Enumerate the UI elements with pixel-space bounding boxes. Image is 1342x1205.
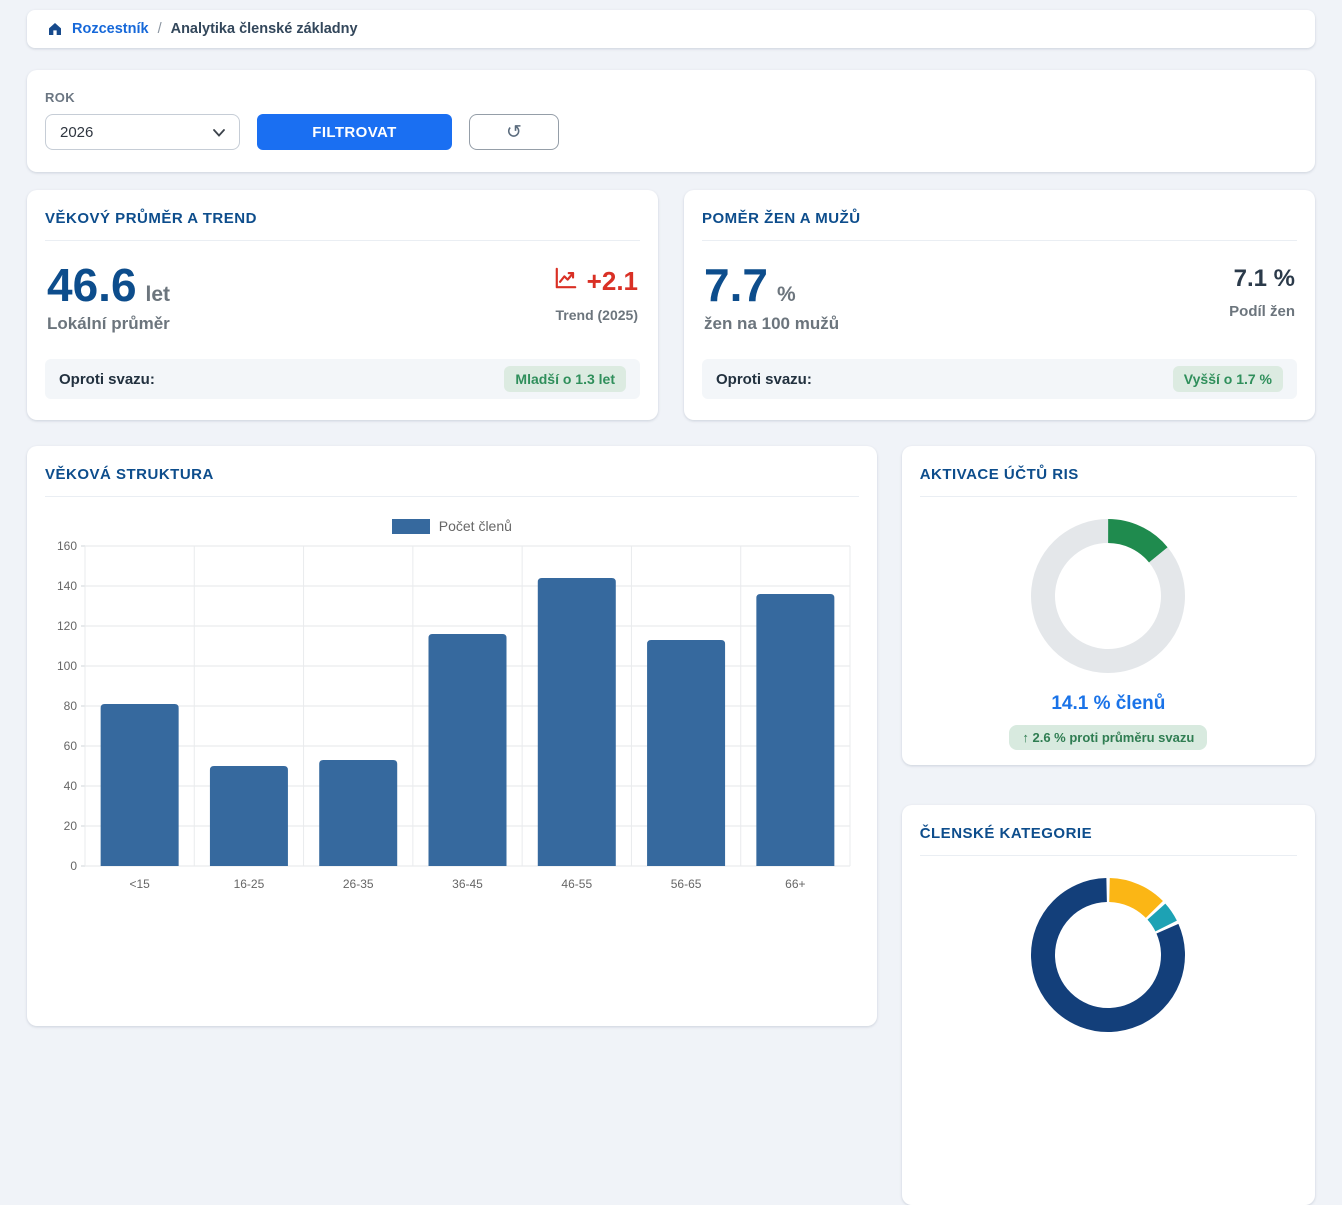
bar-46-55 <box>538 578 616 866</box>
age-average-value: 46.6 <box>47 265 137 306</box>
ratio-compare-strip: Oproti svazu: Vyšší o 1.7 % <box>702 359 1297 399</box>
filter-button[interactable]: FILTROVAT <box>257 114 452 150</box>
divider <box>920 496 1297 497</box>
right-column: AKTIVACE ÚČTŮ RIS 14.1 % členů ↑ 2.6 % p… <box>902 446 1315 1205</box>
age-compare-strip: Oproti svazu: Mladší o 1.3 let <box>45 359 640 399</box>
ratio-value: 7.7 <box>704 265 768 306</box>
member-categories-title: ČLENSKÉ KATEGORIE <box>920 825 1297 842</box>
svg-text:16-25: 16-25 <box>234 877 265 891</box>
age-compare-label: Oproti svazu: <box>59 371 155 388</box>
ratio-compare-label: Oproti svazu: <box>716 371 812 388</box>
refresh-icon: ↺ <box>506 123 522 142</box>
divider <box>45 496 859 497</box>
svg-text:66+: 66+ <box>785 877 805 891</box>
svg-text:160: 160 <box>57 539 77 553</box>
ratio-compare-badge: Vyšší o 1.7 % <box>1173 366 1283 392</box>
kpi-row: VĚKOVÝ PRŮMĚR A TREND 46.6 let Lokální p… <box>27 190 1315 420</box>
svg-text:80: 80 <box>64 699 78 713</box>
bar-<15 <box>101 704 179 866</box>
year-select[interactable]: 2026 <box>45 114 240 150</box>
svg-text:<15: <15 <box>129 877 150 891</box>
age-average-unit: let <box>146 283 171 307</box>
member-categories-donut-chart <box>1023 870 1193 1040</box>
gender-ratio-card: POMĚR ŽEN A MUŽŮ 7.7 % žen na 100 mužů 7… <box>684 190 1315 420</box>
divider <box>702 240 1297 241</box>
svg-text:140: 140 <box>57 579 77 593</box>
ris-compare-badge: ↑ 2.6 % proti průměru svazu <box>1009 725 1207 750</box>
age-trend-card: VĚKOVÝ PRŮMĚR A TREND 46.6 let Lokální p… <box>27 190 658 420</box>
breadcrumb-separator: / <box>158 21 162 37</box>
chart-legend: Počet členů <box>45 518 859 534</box>
reset-button[interactable]: ↺ <box>469 114 559 150</box>
legend-label: Počet členů <box>439 518 512 534</box>
age-average-subtitle: Lokální průměr <box>47 314 170 334</box>
age-trend-title: VĚKOVÝ PRŮMĚR A TREND <box>45 210 640 227</box>
year-label: ROK <box>45 90 1297 105</box>
bar-16-25 <box>210 766 288 866</box>
divider <box>920 855 1297 856</box>
svg-text:20: 20 <box>64 819 78 833</box>
svg-text:46-55: 46-55 <box>561 877 592 891</box>
svg-text:60: 60 <box>64 739 78 753</box>
bar-66+ <box>756 594 834 866</box>
ratio-subtitle: žen na 100 mužů <box>704 314 839 334</box>
age-structure-bar-chart: 0 20 40 60 80 100 120 140 160 <15 16-25 26-35 36-45 4… <box>45 536 852 892</box>
svg-text:56-65: 56-65 <box>671 877 702 891</box>
ratio-unit: % <box>777 283 796 307</box>
svg-text:100: 100 <box>57 659 77 673</box>
home-icon[interactable] <box>47 21 63 37</box>
chevron-down-icon <box>213 124 225 141</box>
donut-slice-remaining <box>1023 511 1193 681</box>
bar-36-45 <box>429 634 507 866</box>
women-share-label: Podíl žen <box>1229 303 1295 320</box>
age-compare-badge: Mladší o 1.3 let <box>504 366 626 392</box>
bar-26-35 <box>319 760 397 866</box>
breadcrumb-link-rozcestnik[interactable]: Rozcestník <box>72 21 149 37</box>
svg-text:0: 0 <box>70 859 77 873</box>
women-share-value: 7.1 % <box>1229 265 1295 293</box>
charts-row: VĚKOVÁ STRUKTURA Počet členů 0 20 40 60 80 10… <box>27 446 1315 1205</box>
donut-slice-segment-3 <box>1023 870 1193 1040</box>
svg-text:36-45: 36-45 <box>452 877 483 891</box>
year-select-value: 2026 <box>60 124 93 141</box>
member-categories-card: ČLENSKÉ KATEGORIE <box>902 805 1315 1205</box>
trend-value: +2.1 <box>587 266 638 297</box>
breadcrumb-current: Analytika členské základny <box>171 21 358 37</box>
breadcrumb: Rozcestník / Analytika členské základny <box>27 10 1315 48</box>
ris-activation-donut-chart <box>1023 511 1193 681</box>
analytics-page: Rozcestník / Analytika členské základny … <box>27 0 1315 1205</box>
ris-center-label: 14.1 % členů <box>920 693 1297 715</box>
svg-text:40: 40 <box>64 779 78 793</box>
legend-swatch <box>392 519 430 534</box>
svg-text:120: 120 <box>57 619 77 633</box>
age-structure-title: VĚKOVÁ STRUKTURA <box>45 466 859 483</box>
ris-activation-title: AKTIVACE ÚČTŮ RIS <box>920 466 1297 483</box>
divider <box>45 240 640 241</box>
svg-text:26-35: 26-35 <box>343 877 374 891</box>
bar-56-65 <box>647 640 725 866</box>
trend-label: Trend (2025) <box>553 307 638 323</box>
ris-activation-card: AKTIVACE ÚČTŮ RIS 14.1 % členů ↑ 2.6 % p… <box>902 446 1315 765</box>
trend-chart-icon <box>553 265 579 298</box>
gender-ratio-title: POMĚR ŽEN A MUŽŮ <box>702 210 1297 227</box>
filter-panel: ROK 2026 FILTROVAT ↺ <box>27 70 1315 172</box>
age-structure-card: VĚKOVÁ STRUKTURA Počet členů 0 20 40 60 80 10… <box>27 446 877 1026</box>
